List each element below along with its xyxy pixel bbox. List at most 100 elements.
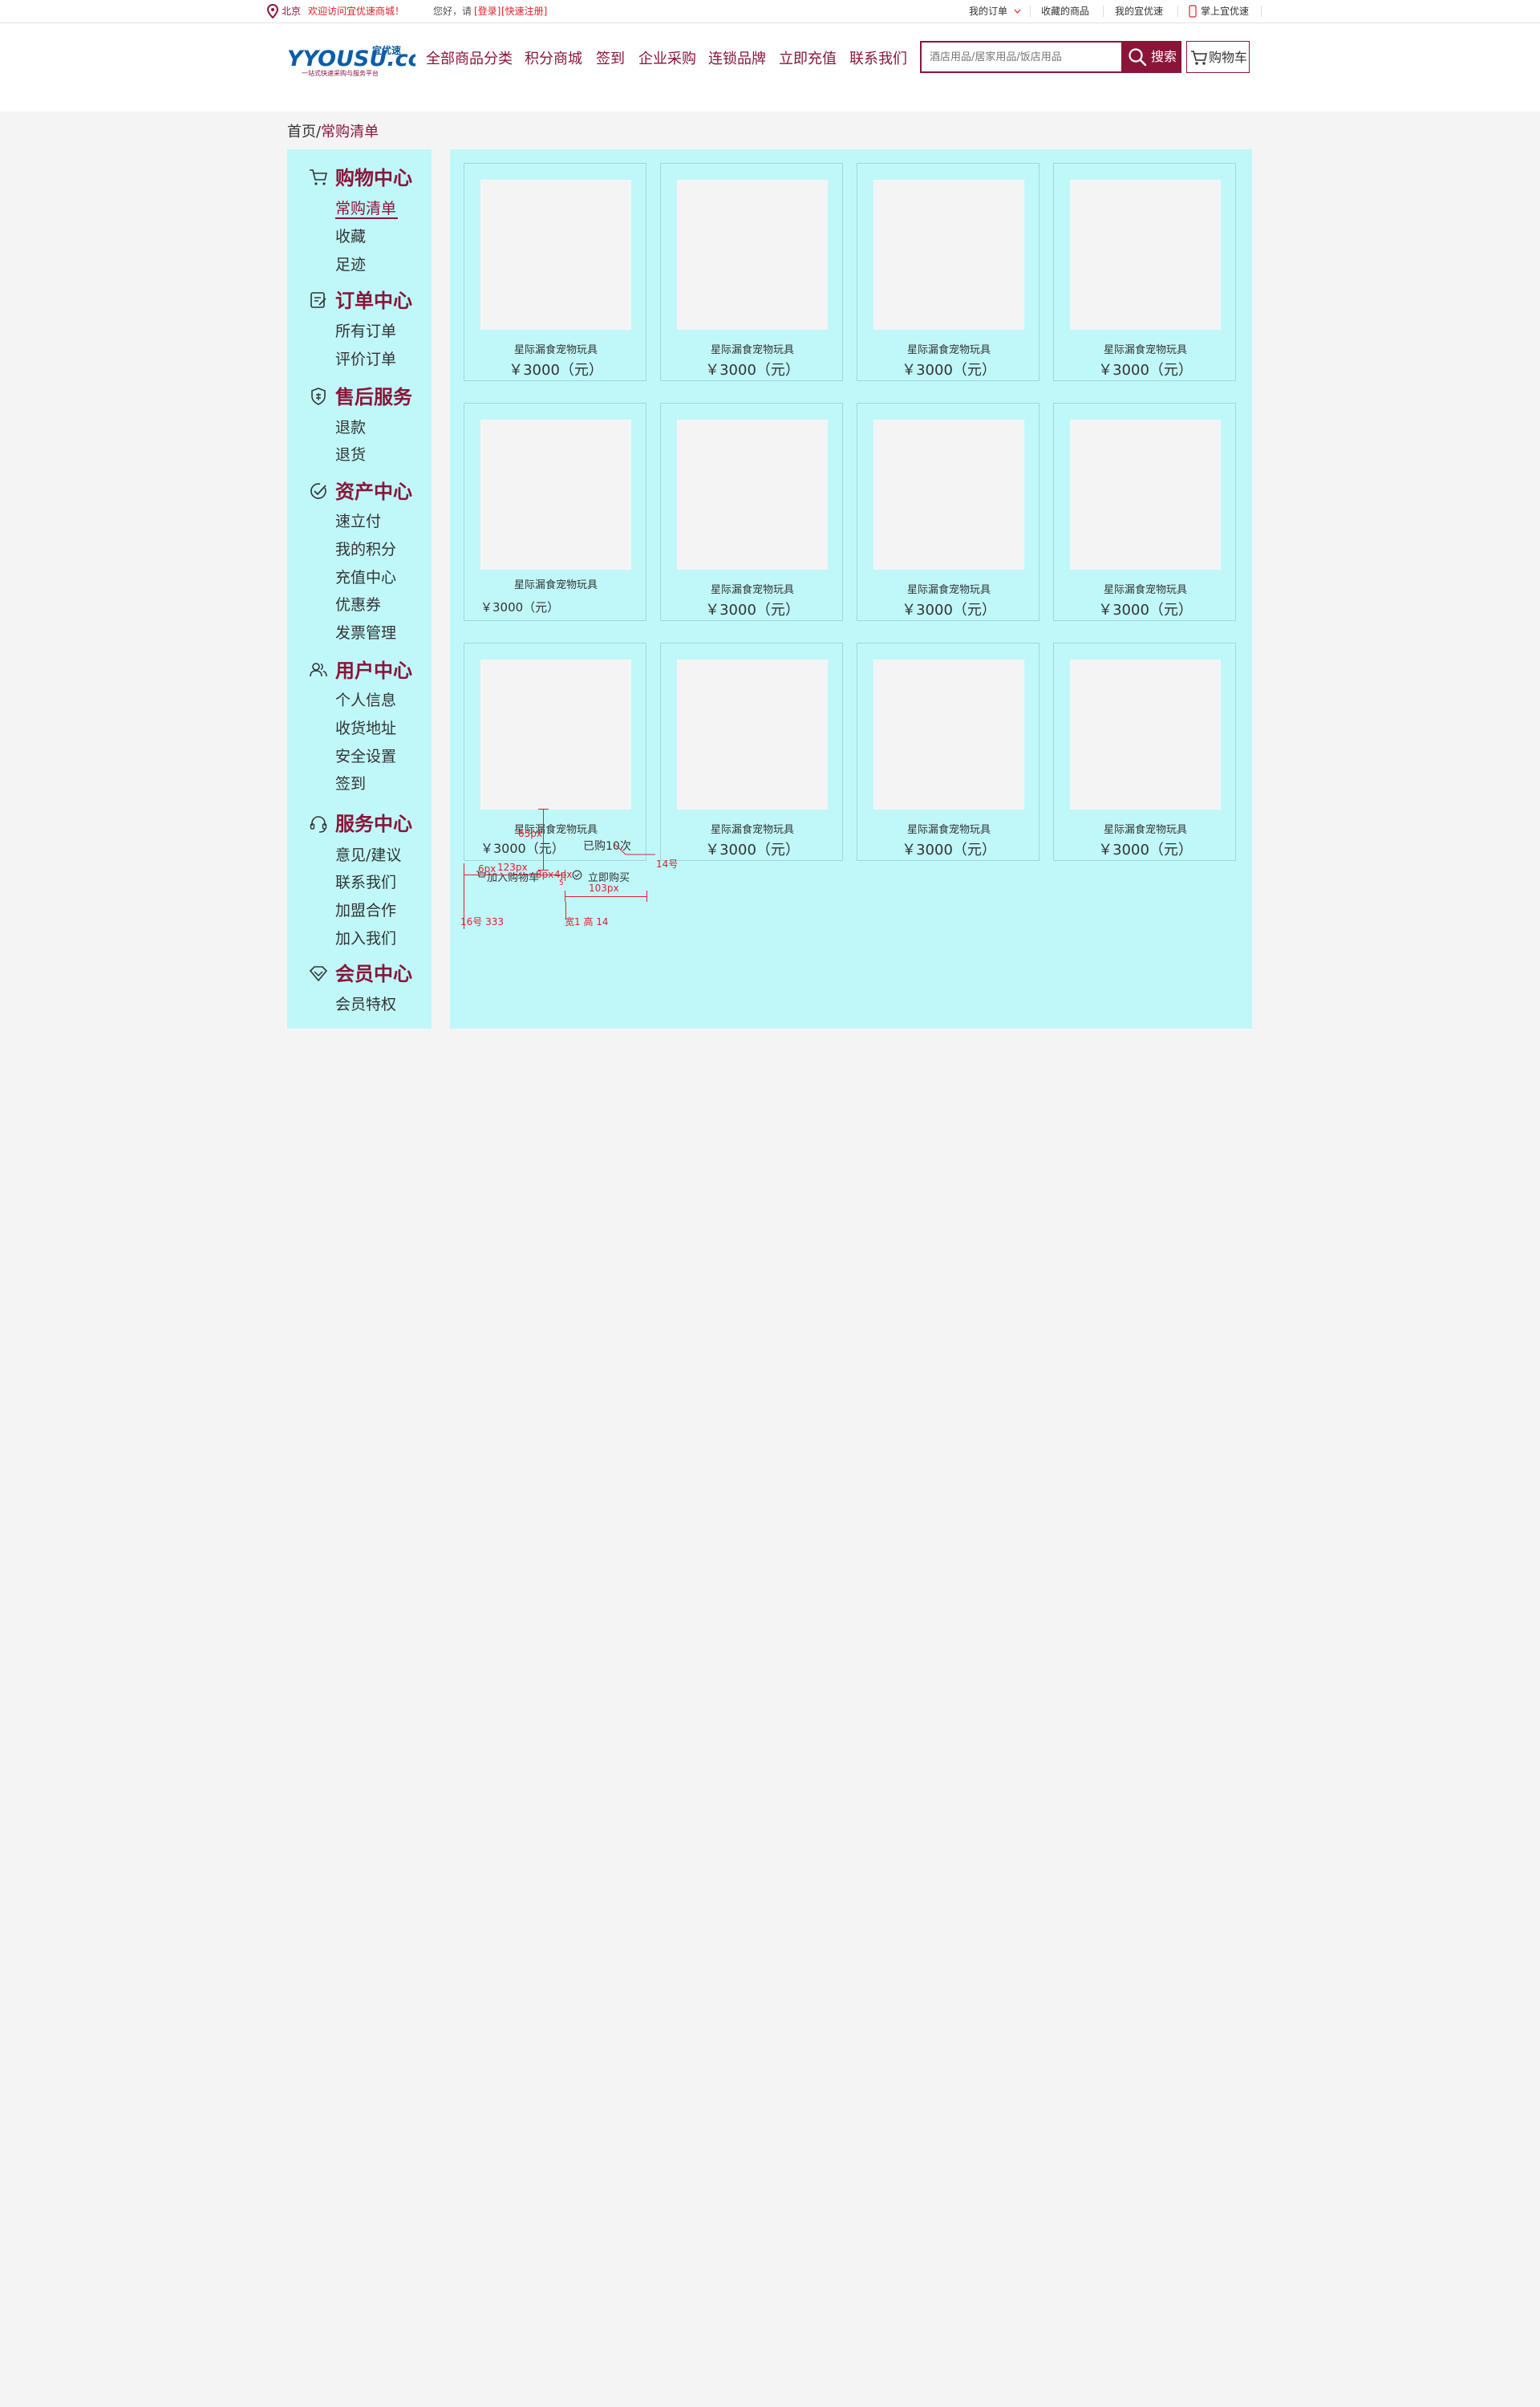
sidebar-item-profile[interactable]: 个人信息 bbox=[335, 690, 396, 711]
sidebar-item-frequent-list[interactable]: 常购清单 bbox=[335, 198, 396, 219]
check-circle-icon bbox=[310, 483, 326, 499]
register-link[interactable]: [快速注册] bbox=[501, 0, 547, 22]
cart-button[interactable]: 购物车 bbox=[1186, 41, 1250, 73]
sidebar-item-my-points[interactable]: 我的积分 bbox=[335, 539, 396, 560]
annotation-text: 宽1 高 14 bbox=[565, 916, 609, 927]
sidebar-item-check-in[interactable]: 签到 bbox=[335, 773, 366, 794]
product-card[interactable]: 星际漏食宠物玩具 ￥3000（元） bbox=[464, 403, 646, 621]
cart-icon bbox=[1191, 51, 1208, 65]
product-card[interactable]: 星际漏食宠物玩具 ￥3000（元） bbox=[857, 643, 1040, 861]
sidebar-item-member-privileges[interactable]: 会员特权 bbox=[335, 994, 396, 1015]
sidebar bbox=[287, 149, 432, 1029]
top-bar: 北京 欢迎访问宜优速商城！ 您好，请 [登录] [快速注册] 我的订单 收藏的商… bbox=[0, 0, 1540, 23]
product-image[interactable] bbox=[1070, 180, 1221, 330]
product-image[interactable] bbox=[1070, 420, 1221, 570]
product-price: ￥3000（元） bbox=[509, 362, 603, 379]
sidebar-item-refund[interactable]: 退款 bbox=[335, 417, 366, 438]
sidebar-item-contact[interactable]: 联系我们 bbox=[335, 872, 396, 893]
product-image[interactable] bbox=[873, 180, 1024, 330]
product-card[interactable]: 星际漏食宠物玩具 ￥3000（元） bbox=[857, 403, 1040, 621]
sidebar-item-invoice[interactable]: 发票管理 bbox=[335, 623, 396, 643]
sidebar-item-security[interactable]: 安全设置 bbox=[335, 746, 396, 767]
favorites-link[interactable]: 收藏的商品 bbox=[1041, 0, 1089, 22]
my-orders-link[interactable]: 我的订单 bbox=[969, 0, 1007, 22]
product-image[interactable] bbox=[480, 180, 631, 330]
product-name[interactable]: 星际漏食宠物玩具 bbox=[1054, 581, 1237, 596]
divider bbox=[1261, 6, 1262, 17]
mobile-link[interactable]: 掌上宜优速 bbox=[1201, 0, 1249, 22]
sidebar-item-review-orders[interactable]: 评价订单 bbox=[335, 349, 396, 370]
nav-points-mall[interactable]: 积分商城 bbox=[525, 49, 582, 70]
breadcrumb-current: 常购清单 bbox=[321, 124, 379, 140]
location-pin-icon bbox=[267, 4, 278, 18]
product-name[interactable]: 星际漏食宠物玩具 bbox=[1054, 821, 1237, 836]
sidebar-item-join-us[interactable]: 加入我们 bbox=[335, 928, 396, 949]
annotation-text: 5 bbox=[559, 879, 564, 887]
product-name[interactable]: 星际漏食宠物玩具 bbox=[661, 821, 844, 836]
product-price: ￥3000（元） bbox=[902, 842, 996, 858]
product-image[interactable] bbox=[1070, 660, 1221, 810]
header bbox=[0, 23, 1540, 112]
search-input[interactable] bbox=[930, 43, 1118, 71]
product-name[interactable]: 星际漏食宠物玩具 bbox=[464, 576, 647, 591]
annotation-text: 8px bbox=[536, 869, 554, 880]
order-icon bbox=[310, 292, 326, 308]
nav-recharge[interactable]: 立即充值 bbox=[779, 49, 837, 70]
svg-text:一站式快速采购与服务平台: 一站式快速采购与服务平台 bbox=[302, 69, 379, 77]
sidebar-title-member: 会员中心 bbox=[335, 963, 412, 985]
product-image[interactable] bbox=[480, 660, 631, 810]
product-card[interactable]: 星际漏食宠物玩具 ￥3000（元） bbox=[857, 163, 1040, 381]
welcome-text: 欢迎访问宜优速商城！ bbox=[308, 6, 405, 17]
product-name[interactable]: 星际漏食宠物玩具 bbox=[857, 341, 1040, 356]
nav-check-in[interactable]: 签到 bbox=[596, 49, 625, 70]
sidebar-item-return[interactable]: 退货 bbox=[335, 444, 366, 465]
search-button[interactable]: 搜索 bbox=[1123, 41, 1181, 73]
product-image[interactable] bbox=[677, 420, 828, 570]
product-name[interactable]: 星际漏食宠物玩具 bbox=[464, 341, 647, 356]
login-link[interactable]: [登录] bbox=[474, 0, 500, 22]
product-card[interactable]: 星际漏食宠物玩具 ￥3000（元） bbox=[660, 643, 843, 861]
product-name[interactable]: 星际漏食宠物玩具 bbox=[857, 821, 1040, 836]
nav-chain-brands[interactable]: 连锁品牌 bbox=[708, 49, 766, 70]
sidebar-item-all-orders[interactable]: 所有订单 bbox=[335, 321, 396, 342]
product-image[interactable] bbox=[873, 660, 1024, 810]
check-circle-icon bbox=[572, 870, 582, 880]
sidebar-item-quick-pay[interactable]: 速立付 bbox=[335, 511, 381, 532]
product-image[interactable] bbox=[677, 660, 828, 810]
product-name[interactable]: 星际漏食宠物玩具 bbox=[1054, 341, 1237, 356]
annotation-line bbox=[543, 809, 544, 870]
sidebar-title-service: 服务中心 bbox=[335, 813, 412, 835]
product-image[interactable] bbox=[480, 420, 631, 570]
sidebar-item-feedback[interactable]: 意见/建议 bbox=[335, 845, 401, 866]
sidebar-item-franchise[interactable]: 加盟合作 bbox=[335, 900, 396, 921]
product-card[interactable]: 星际漏食宠物玩具 ￥3000（元） bbox=[660, 403, 843, 621]
product-name[interactable]: 星际漏食宠物玩具 bbox=[661, 581, 844, 596]
nav-all-categories[interactable]: 全部商品分类 bbox=[426, 49, 513, 70]
annotation-line bbox=[538, 809, 549, 810]
product-card[interactable]: 星际漏食宠物玩具 ￥3000（元） bbox=[1053, 643, 1236, 861]
product-name[interactable]: 星际漏食宠物玩具 bbox=[464, 821, 647, 836]
product-card[interactable]: 星际漏食宠物玩具 ￥3000（元） bbox=[1053, 163, 1236, 381]
my-account-link[interactable]: 我的宜优速 bbox=[1115, 0, 1163, 22]
product-image[interactable] bbox=[873, 420, 1024, 570]
product-card[interactable]: 星际漏食宠物玩具 ￥3000（元） bbox=[464, 163, 646, 381]
sidebar-item-favorites[interactable]: 收藏 bbox=[335, 226, 366, 247]
nav-contact-us[interactable]: 联系我们 bbox=[849, 49, 907, 70]
product-image[interactable] bbox=[677, 180, 828, 330]
sidebar-title-user: 用户中心 bbox=[335, 660, 412, 682]
sidebar-item-footprints[interactable]: 足迹 bbox=[335, 254, 366, 275]
breadcrumb-home[interactable]: 首页 bbox=[287, 124, 316, 140]
product-name[interactable]: 星际漏食宠物玩具 bbox=[857, 581, 1040, 596]
annotation-text: 6px bbox=[478, 863, 496, 875]
sidebar-item-address[interactable]: 收货地址 bbox=[335, 718, 396, 739]
site-logo[interactable]: YYOUSU.com 宜优速 一站式快速采购与服务平台 bbox=[287, 42, 445, 79]
divider bbox=[1030, 6, 1031, 17]
sidebar-item-coupons[interactable]: 优惠券 bbox=[335, 595, 381, 615]
product-card[interactable]: 星际漏食宠物玩具 ￥3000（元） bbox=[660, 163, 843, 381]
product-card-hover[interactable]: 星际漏食宠物玩具 ￥3000（元） 已购10次 bbox=[464, 643, 646, 861]
product-card[interactable]: 星际漏食宠物玩具 ￥3000（元） bbox=[1053, 403, 1236, 621]
location-text[interactable]: 北京 bbox=[282, 0, 301, 22]
nav-enterprise-purchase[interactable]: 企业采购 bbox=[638, 49, 696, 70]
sidebar-item-recharge-center[interactable]: 充值中心 bbox=[335, 567, 396, 588]
product-name[interactable]: 星际漏食宠物玩具 bbox=[661, 341, 844, 356]
